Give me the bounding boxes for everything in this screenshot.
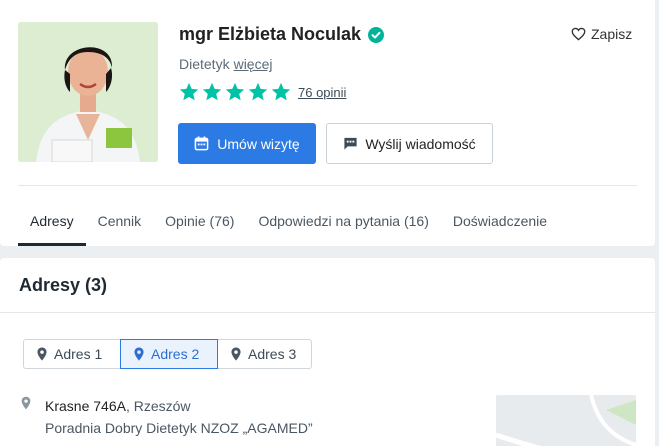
address-switcher: Adres 1 Adres 2 Adres 3 <box>23 339 312 369</box>
city: , Rzeszów <box>125 398 191 414</box>
chat-icon <box>344 137 357 150</box>
address-tab-2[interactable]: Adres 2 <box>120 339 218 369</box>
map-pin-icon <box>37 347 47 361</box>
specialty-label: Dietetyk <box>179 56 230 72</box>
address-tab-1[interactable]: Adres 1 <box>23 339 121 369</box>
divider <box>18 185 637 186</box>
map-thumbnail[interactable] <box>496 395 636 446</box>
heart-icon <box>571 27 586 41</box>
save-button[interactable]: Zapisz <box>571 26 632 42</box>
address-tab-label: Adres 1 <box>54 346 103 362</box>
tab-adresy[interactable]: Adresy <box>18 198 86 246</box>
divider <box>0 312 655 313</box>
doctor-name: mgr Elżbieta Noculak <box>179 24 362 44</box>
section-title: Adresy (3) <box>19 275 108 295</box>
save-label: Zapisz <box>591 26 633 42</box>
send-message-label: Wyślij wiadomość <box>365 135 476 152</box>
star-icon <box>248 82 268 101</box>
address-tab-label: Adres 2 <box>151 346 200 362</box>
map-pin-icon <box>21 396 31 410</box>
star-icon <box>271 82 291 101</box>
star-icon <box>225 82 245 101</box>
address-tab-3[interactable]: Adres 3 <box>217 339 312 369</box>
calendar-icon <box>194 136 209 151</box>
tab-odpowiedzi[interactable]: Odpowiedzi na pytania (16) <box>246 198 440 246</box>
star-icon <box>202 82 222 101</box>
address-tab-label: Adres 3 <box>248 346 297 362</box>
profile-tabs: Adresy Cennik Opinie (76) Odpowiedzi na … <box>18 198 559 246</box>
send-message-button[interactable]: Wyślij wiadomość <box>326 123 493 164</box>
addresses-card: Adresy (3) Adres 1 Adres 2 Adres 3 Krasn… <box>0 258 655 446</box>
profile-card: mgr Elżbieta Noculak Zapisz Dietetyk więc… <box>0 0 655 246</box>
tab-cennik[interactable]: Cennik <box>86 198 154 246</box>
name-row: mgr Elżbieta Noculak <box>179 24 385 45</box>
tab-doswiadczenie[interactable]: Doświadczenie <box>441 198 559 246</box>
reviews-link[interactable]: 76 opinii <box>298 85 346 100</box>
specialty: Dietetyk więcej <box>179 56 272 72</box>
rating-row: 76 opinii <box>178 81 346 103</box>
more-link[interactable]: więcej <box>234 56 273 72</box>
doctor-photo <box>18 22 158 162</box>
address-street: Krasne 746A, Rzeszów <box>45 398 191 414</box>
check-badge-icon <box>368 26 385 43</box>
star-icon <box>179 82 199 101</box>
street: Krasne 746A <box>45 398 126 414</box>
facility-name: Poradnia Dobry Dietetyk NZOZ „AGAMED” <box>45 420 313 436</box>
tab-opinie[interactable]: Opinie (76) <box>153 198 246 246</box>
book-visit-label: Umów wizytę <box>217 135 300 152</box>
map-pin-icon <box>134 347 144 361</box>
book-visit-button[interactable]: Umów wizytę <box>178 123 316 164</box>
map-pin-icon <box>231 347 241 361</box>
